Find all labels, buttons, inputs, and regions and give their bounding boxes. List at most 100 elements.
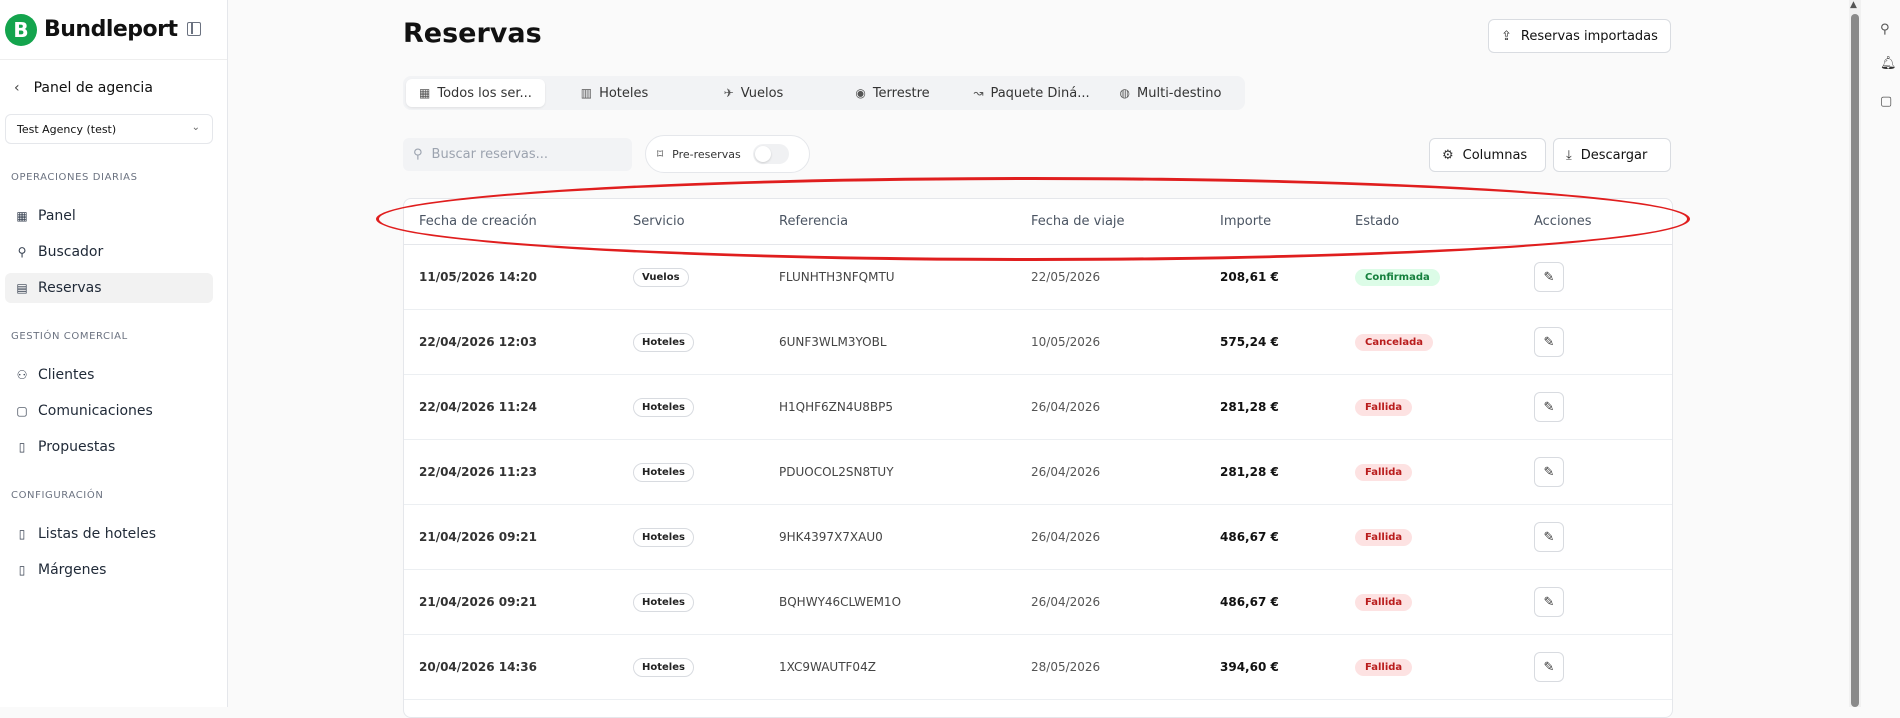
column-header[interactable]: Fecha de creación xyxy=(404,214,633,229)
scroll-up-arrow-icon[interactable]: ▲ xyxy=(1850,0,1857,10)
travel-date-cell: 26/04/2026 xyxy=(1031,595,1101,609)
travel-date-cell: 26/04/2026 xyxy=(1031,400,1101,414)
travel-date-cell: 22/05/2026 xyxy=(1031,270,1101,284)
service-cell: Hoteles xyxy=(633,332,779,352)
table-row[interactable]: 21/04/2026 09:21 Hoteles 9HK4397X7XAU0 26/0… xyxy=(404,505,1672,570)
sidebar-item-reservas[interactable]: ▤ Reservas xyxy=(5,273,213,303)
actions-cell: ✎ xyxy=(1534,327,1654,357)
edit-icon: ✎ xyxy=(1543,659,1555,675)
sidebar-item-label: Propuestas xyxy=(38,439,116,455)
edit-button[interactable]: ✎ xyxy=(1534,587,1564,617)
service-badge: Hoteles xyxy=(633,332,694,352)
scrollbar-thumb[interactable] xyxy=(1851,14,1859,707)
reference-cell: BQHWY46CLWEM1O xyxy=(779,595,902,609)
table-row[interactable]: 22/04/2026 11:23 Hoteles PDUOCOL2SN8TUY 26/… xyxy=(404,440,1672,505)
tab-ground[interactable]: ◉ Terrestre xyxy=(823,79,962,107)
columns-label: Columnas xyxy=(1462,147,1528,163)
table-row[interactable]: 11/05/2026 14:20 Vuelos FLUNHTH3NFQMTU 22/0… xyxy=(404,245,1672,310)
columns-button[interactable]: ⚙ Columnas xyxy=(1429,138,1546,172)
tab-flights[interactable]: ✈ Vuelos xyxy=(684,79,823,107)
sidebar-item-label: Listas de hoteles xyxy=(38,526,157,542)
column-header[interactable]: Referencia xyxy=(779,214,1031,229)
sidebar-toggle-icon[interactable] xyxy=(187,22,201,36)
travel-date-cell: 28/05/2026 xyxy=(1031,660,1101,674)
tab-label: Hoteles xyxy=(599,85,649,101)
sidebar-item-label: Reservas xyxy=(38,280,102,296)
edit-button[interactable]: ✎ xyxy=(1534,392,1564,422)
status-badge: Fallida xyxy=(1355,528,1413,546)
edit-button[interactable]: ✎ xyxy=(1534,457,1564,487)
agency-select[interactable]: Test Agency (test) ⌄ xyxy=(5,114,213,144)
table-row[interactable]: 22/04/2026 12:03 Hoteles 6UNF3WLM3YOBL 10/0… xyxy=(404,310,1672,375)
edit-button[interactable]: ✎ xyxy=(1534,652,1564,682)
calendar-icon: ▤ xyxy=(16,281,28,295)
back-label: Panel de agencia xyxy=(33,80,153,96)
status-badge: Fallida xyxy=(1355,593,1413,611)
search-input[interactable]: ⚲ Buscar reservas... xyxy=(403,138,632,171)
logo-text: Bundleport xyxy=(44,17,178,42)
bus-icon: ◉ xyxy=(855,86,866,100)
sidebar-item-label: Buscador xyxy=(38,244,104,260)
sidebar-item-comunicaciones[interactable]: ▢ Comunicaciones xyxy=(5,396,213,426)
edit-button[interactable]: ✎ xyxy=(1534,522,1564,552)
table-row[interactable]: 21/04/2026 09:21 Hoteles BQHWY46CLWEM1O 26/… xyxy=(404,570,1672,635)
amount-cell: 281,28 € xyxy=(1220,465,1279,479)
status-cell: Cancelada xyxy=(1355,333,1534,351)
reference-cell: PDUOCOL2SN8TUY xyxy=(779,465,894,479)
status-cell: Confirmada xyxy=(1355,268,1534,286)
service-cell: Vuelos xyxy=(633,267,779,287)
main-content: Reservas ⇪ Reservas importadas ▦ Todos l… xyxy=(229,0,1849,718)
building-icon: ▥ xyxy=(580,86,593,100)
actions-cell: ✎ xyxy=(1534,587,1654,617)
document-icon: ▯ xyxy=(18,440,26,454)
sidebar-item-listas-hoteles[interactable]: ▯ Listas de hoteles xyxy=(5,519,213,549)
status-cell: Fallida xyxy=(1355,528,1534,546)
edit-button[interactable]: ✎ xyxy=(1534,262,1564,292)
search-icon[interactable]: ⚲ xyxy=(1880,22,1890,37)
section-title-config: CONFIGURACIÓN xyxy=(11,490,104,501)
edit-icon: ✎ xyxy=(1543,529,1555,545)
sidebar-item-margenes[interactable]: ▯ Márgenes xyxy=(5,555,213,585)
prebookings-toggle[interactable] xyxy=(752,144,789,164)
edit-icon: ✎ xyxy=(1543,269,1555,285)
sidebar-item-buscador[interactable]: ⚲ Buscador xyxy=(5,237,213,267)
table-row[interactable]: 22/04/2026 11:24 Hoteles H1QHF6ZN4U8BP5 26/… xyxy=(404,375,1672,440)
sidebar-item-clientes[interactable]: ⚇ Clientes xyxy=(5,360,213,390)
travel-date-cell: 26/04/2026 xyxy=(1031,530,1101,544)
edit-button[interactable]: ✎ xyxy=(1534,327,1564,357)
column-header[interactable]: Estado xyxy=(1355,214,1534,229)
prebookings-filter: ⌑ Pre-reservas xyxy=(645,135,810,173)
tab-multi-destination[interactable]: ◍ Multi-destino xyxy=(1101,79,1240,107)
column-header[interactable]: Servicio xyxy=(633,214,779,229)
search-icon: ⚲ xyxy=(17,245,27,259)
sidebar-item-panel[interactable]: ▦ Panel xyxy=(5,201,213,231)
sidebar: B Bundleport ‹ Panel de agencia Test Age… xyxy=(0,0,228,707)
tab-dynamic-package[interactable]: ↝ Paquete Diná... xyxy=(962,79,1101,107)
feedback-icon[interactable]: ▢ xyxy=(1880,94,1892,109)
service-badge: Hoteles xyxy=(633,397,694,417)
tab-label: Vuelos xyxy=(740,85,784,101)
bookings-table: Fecha de creación Servicio Referencia Fe… xyxy=(403,198,1673,718)
tab-hotels[interactable]: ▥ Hoteles xyxy=(545,79,684,107)
sidebar-item-propuestas[interactable]: ▯ Propuestas xyxy=(5,432,213,462)
download-button[interactable]: ⤓ Descargar xyxy=(1553,138,1671,172)
service-badge: Hoteles xyxy=(633,527,694,547)
bell-icon[interactable]: 🔔︎ xyxy=(1880,56,1897,71)
back-to-agency-panel[interactable]: ‹ Panel de agencia xyxy=(14,80,153,96)
column-header[interactable]: Fecha de viaje xyxy=(1031,214,1220,229)
plane-icon: ✈ xyxy=(723,86,734,100)
amount-cell: 281,28 € xyxy=(1220,400,1279,414)
tab-all-services[interactable]: ▦ Todos los ser... xyxy=(406,79,545,107)
imported-bookings-button[interactable]: ⇪ Reservas importadas xyxy=(1488,19,1671,53)
table-row[interactable]: 20/04/2026 14:36 Hoteles 1XC9WAUTF04Z 28/05… xyxy=(404,635,1672,700)
prebookings-label: Pre-reservas xyxy=(672,147,741,161)
actions-cell: ✎ xyxy=(1534,522,1654,552)
chevron-down-icon: ⌄ xyxy=(191,122,200,133)
created-date-cell: 22/04/2026 11:23 xyxy=(419,465,537,479)
imported-bookings-label: Reservas importadas xyxy=(1520,28,1658,44)
service-cell: Hoteles xyxy=(633,657,779,677)
travel-date-cell: 26/04/2026 xyxy=(1031,465,1101,479)
column-header[interactable]: Importe xyxy=(1220,214,1355,229)
created-date-cell: 11/05/2026 14:20 xyxy=(419,270,537,284)
page-title: Reservas xyxy=(403,18,542,49)
